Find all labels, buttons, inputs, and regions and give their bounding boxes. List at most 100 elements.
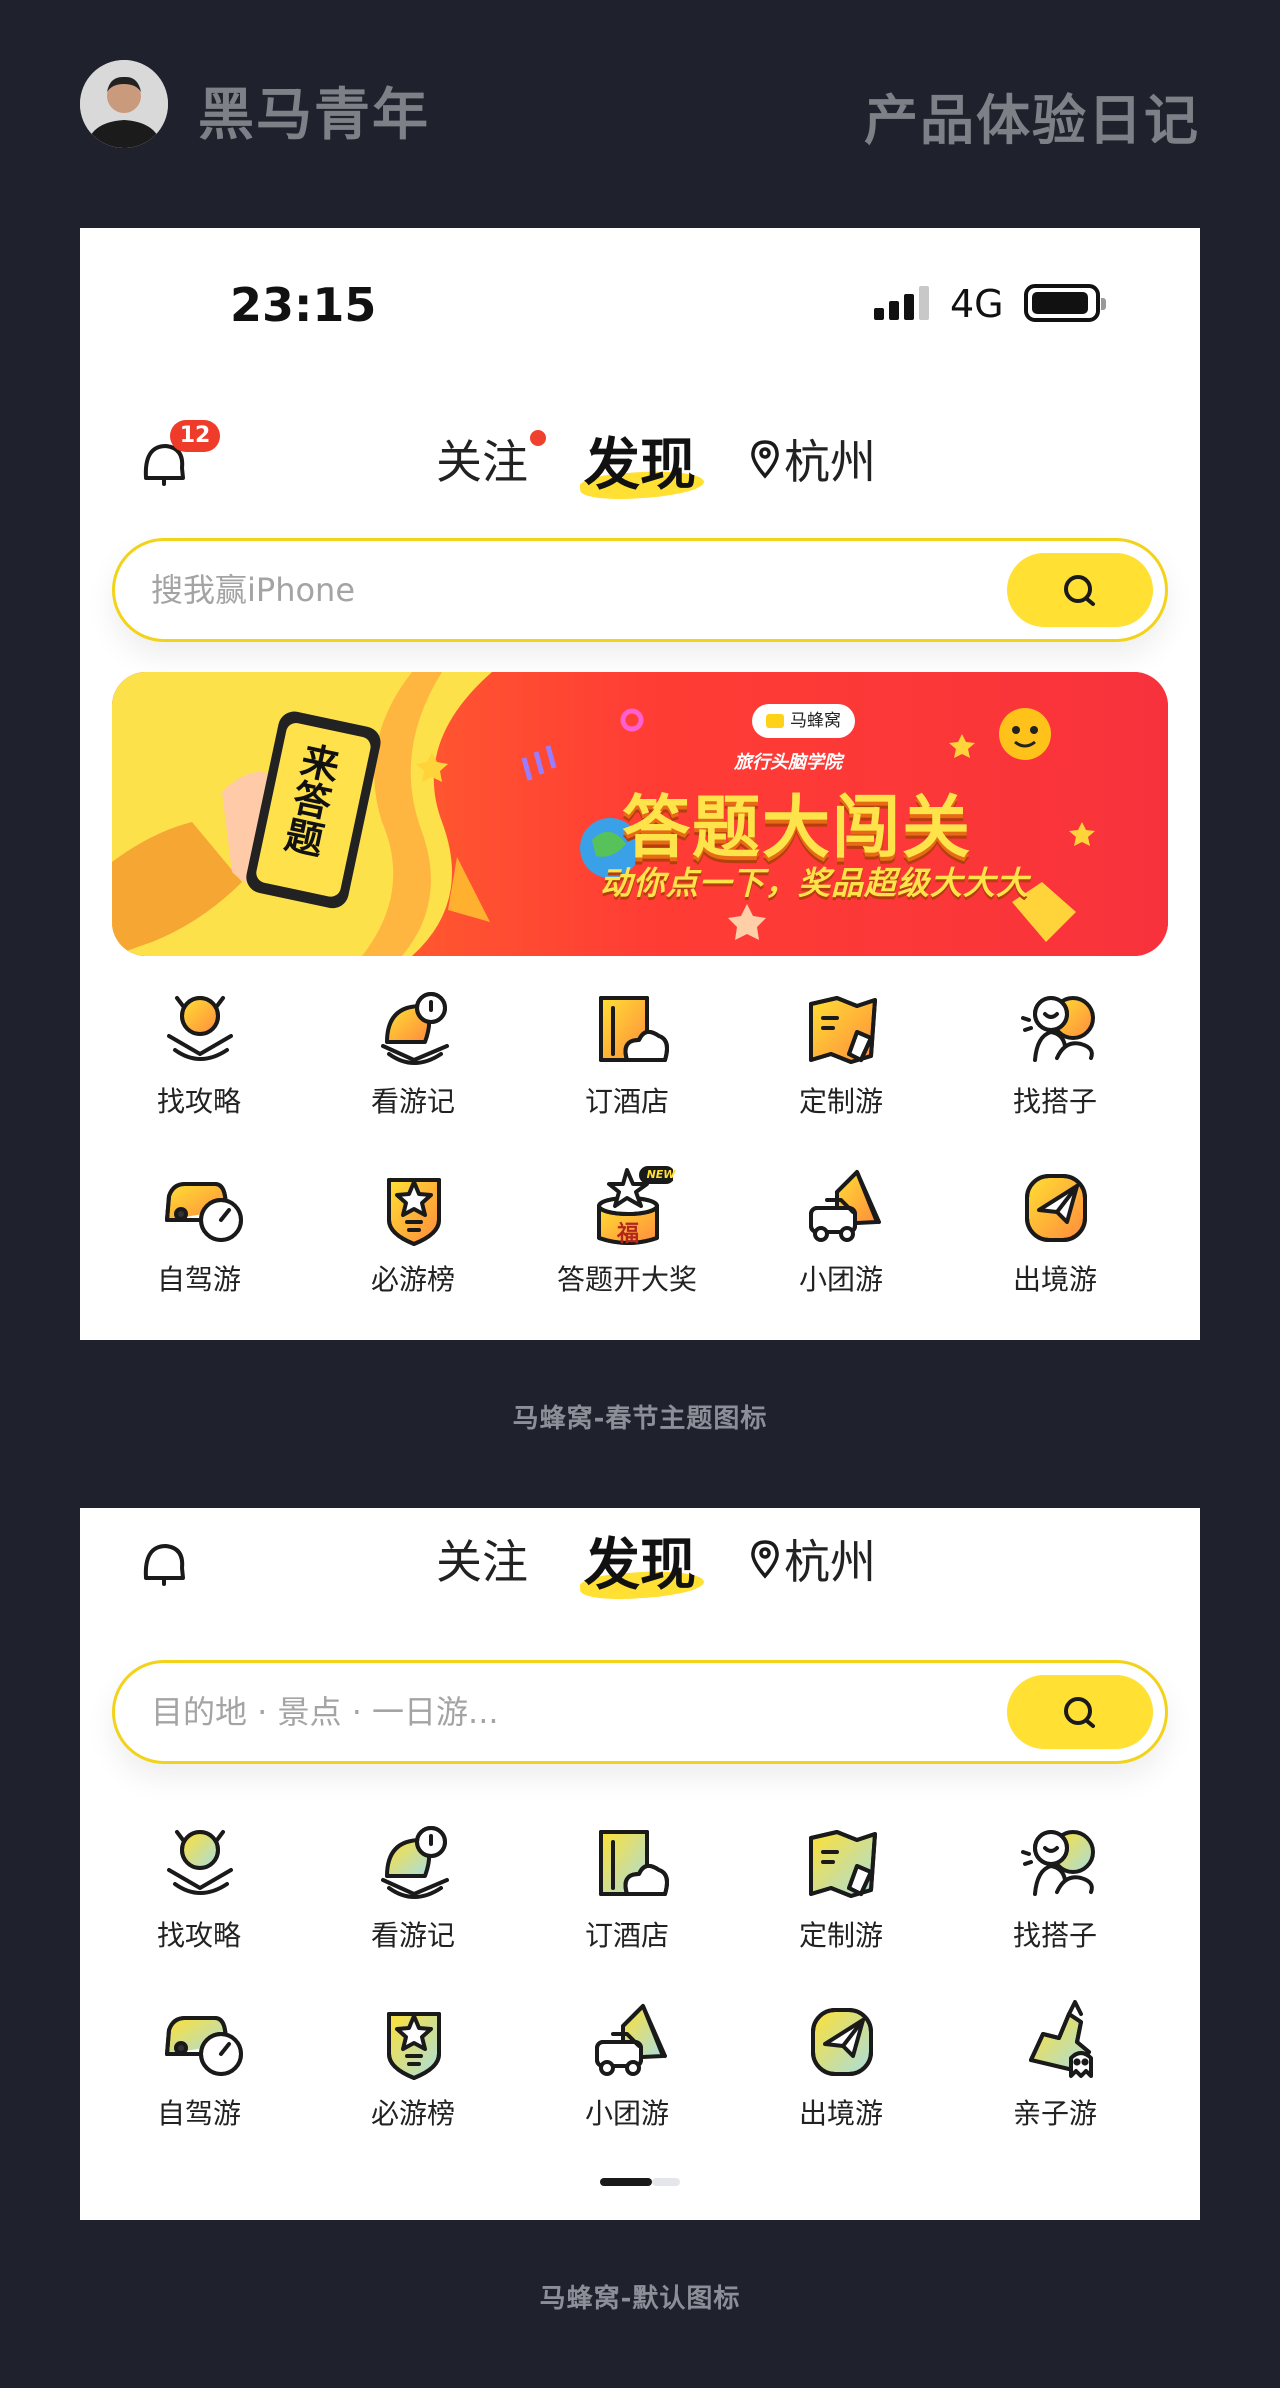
- caption-default: 马蜂窝-默认图标: [539, 2284, 741, 2314]
- hotel-icon: [583, 984, 673, 1070]
- signal-icon: [874, 286, 930, 320]
- shortcut-label: 订酒店: [584, 1085, 669, 1118]
- shortcut-label: 订酒店: [584, 1919, 669, 1952]
- banner-subtitle: 旅行头脑学院: [734, 752, 842, 773]
- shortcut-label: 亲子游: [1012, 2097, 1097, 2130]
- top-nav: 12 关注 发现 杭州: [80, 408, 1200, 508]
- shortcut-label: 看游记: [370, 1085, 455, 1118]
- fu-character: 福: [616, 1222, 639, 1247]
- shortcut-custom-tour[interactable]: 定制游: [734, 1818, 948, 1978]
- default-theme-screen: 关注 发现 杭州 找攻略 看游记 订酒店 定制游 找搭子自驾游 必游榜 小团游 出境游 亲子游: [80, 1508, 1200, 2220]
- shortcut-self-drive[interactable]: 自驾游: [92, 1162, 306, 1322]
- notification-bell-icon[interactable]: [136, 1534, 192, 1590]
- custom-tour-icon: [797, 1818, 887, 1904]
- shortcut-buddy[interactable]: 找搭子: [948, 1818, 1162, 1978]
- page-indicator-inactive: [652, 2178, 680, 2186]
- search-button[interactable]: [1007, 553, 1153, 627]
- caption-spring: 马蜂窝-春节主题图标: [512, 1404, 768, 1434]
- self-drive-icon: [155, 1162, 245, 1248]
- hotel-icon: [583, 1818, 673, 1904]
- top-nav: 关注 发现 杭州: [80, 1508, 1200, 1608]
- location-pin-icon: [751, 1540, 779, 1579]
- shortcut-label: 找攻略: [156, 1085, 241, 1118]
- shortcut-label: 答题开大奖: [556, 1263, 697, 1296]
- travelogue-icon: [369, 984, 459, 1070]
- shortcut-label: 出境游: [798, 2097, 883, 2130]
- page-header: 黑马青年 产品体验日记: [0, 0, 1280, 210]
- small-group-icon: [583, 1996, 673, 2082]
- search-bar[interactable]: [112, 1660, 1168, 1764]
- buddy-icon: [1011, 1818, 1101, 1904]
- mafengwo-logo: 马蜂窝: [752, 704, 855, 738]
- new-badge: NEW: [646, 1168, 676, 1181]
- shortcut-guide[interactable]: 找攻略: [92, 1818, 306, 1978]
- tab-follow[interactable]: 关注: [436, 426, 528, 492]
- tab-discover[interactable]: 发现: [584, 1520, 696, 1601]
- shortcut-ranking[interactable]: 必游榜: [306, 1996, 520, 2156]
- shortcut-outbound[interactable]: 出境游: [734, 1996, 948, 2156]
- shortcut-label: 自驾游: [156, 1263, 241, 1296]
- city-name: 杭州: [784, 1535, 876, 1589]
- shortcut-ranking[interactable]: 必游榜: [306, 1162, 520, 1322]
- small-group-icon: [797, 1162, 887, 1248]
- shortcut-outbound[interactable]: 出境游: [948, 1162, 1162, 1322]
- family-tour-icon: [1011, 1996, 1101, 2082]
- logo-icon: [766, 714, 784, 728]
- buddy-icon: [1011, 984, 1101, 1070]
- shortcut-hotel[interactable]: 订酒店: [520, 1818, 734, 1978]
- shortcut-label: 找搭子: [1012, 1919, 1097, 1952]
- shortcut-custom-tour[interactable]: 定制游: [734, 984, 948, 1144]
- shortcut-small-group[interactable]: 小团游: [520, 1996, 734, 2156]
- ranking-icon: [369, 1162, 459, 1248]
- search-input[interactable]: [151, 565, 991, 615]
- guide-icon: [155, 984, 245, 1070]
- shortcut-label: 定制游: [798, 1919, 883, 1952]
- status-time: 23:15: [230, 278, 377, 332]
- shortcut-label: 小团游: [798, 1263, 883, 1296]
- avatar: [80, 60, 168, 148]
- notification-badge: 12: [170, 420, 220, 452]
- city-selector[interactable]: 杭州: [750, 1526, 876, 1592]
- tab-discover[interactable]: 发现: [584, 420, 696, 501]
- shortcut-small-group[interactable]: 小团游: [734, 1162, 948, 1322]
- shortcut-label: 必游榜: [370, 1263, 455, 1296]
- shortcut-self-drive[interactable]: 自驾游: [92, 1996, 306, 2156]
- shortcut-label: 定制游: [798, 1085, 883, 1118]
- shortcut-guide[interactable]: 找攻略: [92, 984, 306, 1144]
- shortcut-label: 自驾游: [156, 2097, 241, 2130]
- search-input[interactable]: [151, 1687, 991, 1737]
- shortcut-label: 小团游: [584, 2097, 669, 2130]
- travelogue-icon: [369, 1818, 459, 1904]
- shortcut-label: 看游记: [370, 1919, 455, 1952]
- page-indicator: [600, 2178, 680, 2186]
- self-drive-icon: [155, 1996, 245, 2082]
- banner-slogan: 动你点一下，奖品超级大大大: [600, 864, 1030, 902]
- page-indicator-active: [600, 2178, 652, 2186]
- spring-theme-screen: 23:15 4G 12 关注 发现 杭州 搜我赢iPhone 来答题 马蜂窝 旅…: [80, 228, 1200, 1340]
- tab-follow[interactable]: 关注: [436, 1526, 528, 1592]
- quiz-promo-banner[interactable]: 来答题 马蜂窝 旅行头脑学院 答题大闯关 动你点一下，奖品超级大大大: [112, 672, 1168, 956]
- shortcut-label: 找搭子: [1012, 1085, 1097, 1118]
- shortcut-quiz-prize[interactable]: NEW 福答题开大奖: [520, 1162, 734, 1322]
- logo-text: 马蜂窝: [790, 711, 841, 731]
- diary-title: 产品体验日记: [864, 89, 1200, 152]
- search-icon: [1064, 575, 1095, 606]
- search-icon: [1064, 1697, 1095, 1728]
- banner-title: 答题大闯关: [622, 789, 973, 868]
- shortcut-hotel[interactable]: 订酒店: [520, 984, 734, 1144]
- network-type: 4G: [950, 282, 1004, 326]
- shortcut-label: 必游榜: [370, 2097, 455, 2130]
- custom-tour-icon: [797, 984, 887, 1070]
- new-dot: [530, 430, 546, 446]
- shortcut-travelogue[interactable]: 看游记: [306, 1818, 520, 1978]
- shortcut-buddy[interactable]: 找搭子: [948, 984, 1162, 1144]
- ranking-icon: [369, 1996, 459, 2082]
- search-bar[interactable]: [112, 538, 1168, 642]
- shortcut-label: 找攻略: [156, 1919, 241, 1952]
- author-name: 黑马青年: [198, 83, 430, 148]
- search-button[interactable]: [1007, 1675, 1153, 1749]
- shortcut-family-tour[interactable]: 亲子游: [948, 1996, 1162, 2156]
- shortcut-travelogue[interactable]: 看游记: [306, 984, 520, 1144]
- city-selector[interactable]: 杭州: [750, 426, 876, 492]
- outbound-icon: [1011, 1162, 1101, 1248]
